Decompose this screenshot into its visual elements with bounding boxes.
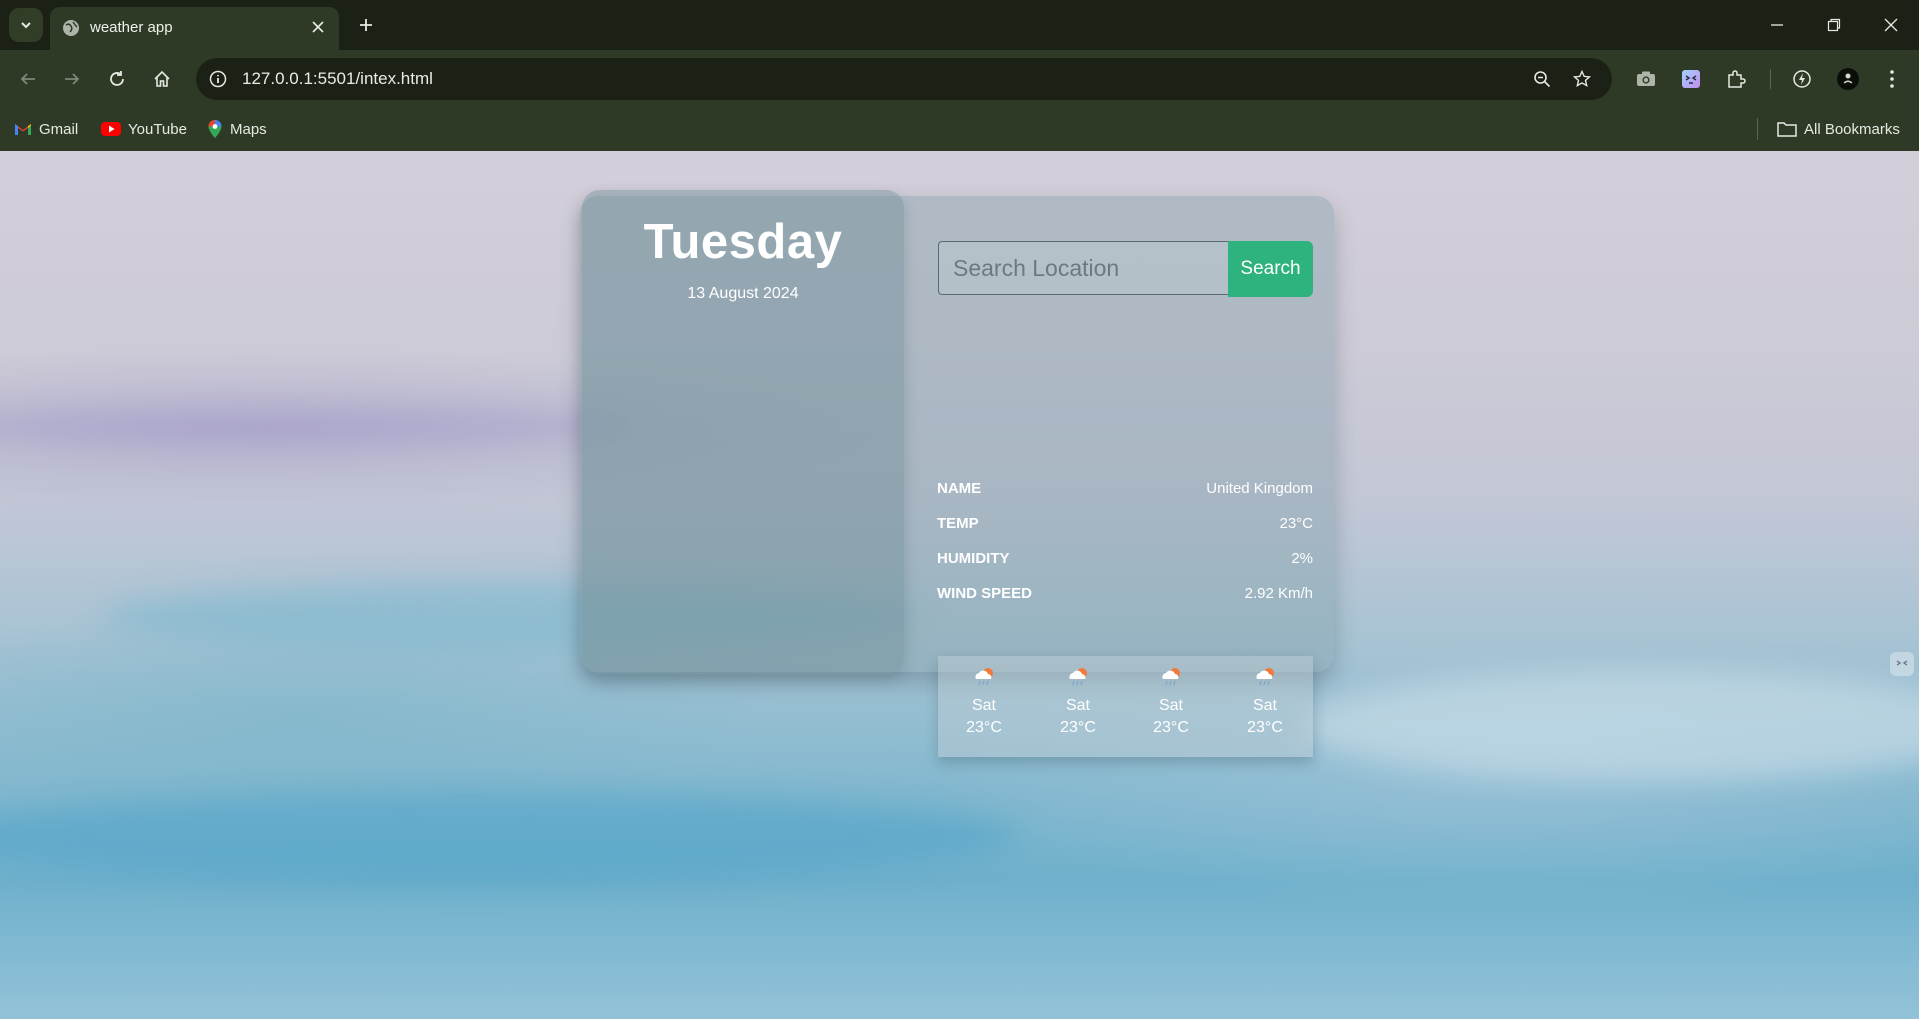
bookmark-label: YouTube <box>128 120 187 138</box>
forecast-day: Sat <box>1065 697 1090 714</box>
info-value: 23°C <box>1279 515 1313 532</box>
all-bookmarks-label: All Bookmarks <box>1804 120 1900 138</box>
bookmark-gmail[interactable]: Gmail <box>14 116 78 142</box>
extensions-menu-button[interactable] <box>1720 63 1752 95</box>
rain-cloud-icon <box>975 668 993 686</box>
performance-button[interactable] <box>1786 63 1818 95</box>
date-text: 13 August 2024 <box>687 285 799 302</box>
forecast-strip: Sat 23°C Sat 23°C Sat 23°C Sat 23°C <box>938 656 1313 757</box>
rain-cloud-icon <box>1162 668 1180 686</box>
info-row-humidity: HUMIDITY 2% <box>937 550 1313 572</box>
more-vertical-icon <box>1890 70 1894 88</box>
tab-strip: weather app <box>0 0 1919 50</box>
tab-title: weather app <box>90 19 173 36</box>
new-tab-button[interactable] <box>352 11 380 39</box>
forecast-item: Sat 23°C <box>1038 666 1118 737</box>
youtube-icon <box>101 122 121 136</box>
info-icon <box>209 70 227 88</box>
forecast-day: Sat <box>1252 697 1277 714</box>
screenshot-extension-button[interactable] <box>1630 63 1662 95</box>
extension-button[interactable] <box>1675 63 1707 95</box>
forecast-temp: 23°C <box>1060 719 1096 736</box>
star-icon <box>1573 70 1591 88</box>
info-key: NAME <box>937 480 982 497</box>
bookmarks-divider <box>1757 118 1758 140</box>
forecast-temp: 23°C <box>1247 719 1283 736</box>
info-value: 2.92 Km/h <box>1244 585 1313 602</box>
extension-app-icon <box>1896 660 1908 666</box>
floating-extension-button[interactable] <box>1890 652 1914 676</box>
puzzle-icon <box>1728 70 1746 88</box>
background-streak <box>0 406 640 446</box>
forecast-item: Sat 23°C <box>1131 666 1211 737</box>
tab-search-button[interactable] <box>9 8 43 42</box>
info-row-name: NAME United Kingdom <box>937 480 1313 502</box>
address-bar[interactable]: 127.0.0.1:5501/intex.html <box>196 58 1612 100</box>
forecast-temp: 23°C <box>1153 719 1189 736</box>
tab-weather-app[interactable]: weather app <box>50 7 339 50</box>
forecast-temp: 23°C <box>966 719 1002 736</box>
all-bookmarks-button[interactable]: All Bookmarks <box>1777 116 1900 142</box>
chevron-down-icon <box>21 22 31 29</box>
url-text[interactable]: 127.0.0.1:5501/intex.html <box>242 69 433 89</box>
profile-avatar-button[interactable] <box>1832 63 1864 95</box>
bookmark-youtube[interactable]: YouTube <box>101 116 187 142</box>
day-name: Tuesday <box>643 215 843 269</box>
minimize-icon <box>1771 24 1783 26</box>
search-location-input[interactable] <box>938 241 1228 295</box>
avatar <box>1837 68 1859 90</box>
background-streak <box>1300 671 1919 781</box>
browser-menu-button[interactable] <box>1876 63 1908 95</box>
maps-icon <box>208 120 222 138</box>
forecast-item: Sat 23°C <box>1225 666 1305 737</box>
arrow-left-icon <box>20 73 35 85</box>
minimize-button[interactable] <box>1762 10 1792 40</box>
camera-icon <box>1637 71 1655 86</box>
forecast-day: Sat <box>971 697 996 714</box>
rain-cloud-icon <box>1256 668 1274 686</box>
info-row-temp: TEMP 23°C <box>937 515 1313 537</box>
reload-button[interactable] <box>100 62 134 96</box>
info-value: United Kingdom <box>1206 480 1313 497</box>
toolbar-divider <box>1770 69 1771 89</box>
info-key: TEMP <box>937 515 979 532</box>
bookmark-label: Maps <box>230 120 267 138</box>
close-window-button[interactable] <box>1876 10 1906 40</box>
bookmark-label: Gmail <box>39 120 79 138</box>
browser-toolbar: 127.0.0.1:5501/intex.html <box>0 50 1919 108</box>
info-key: HUMIDITY <box>937 550 1010 567</box>
forward-button[interactable] <box>55 62 89 96</box>
globe-icon <box>63 20 79 36</box>
reload-icon <box>110 71 124 86</box>
zoom-out-icon <box>1534 71 1551 88</box>
folder-icon <box>1777 122 1797 137</box>
home-icon <box>154 70 170 87</box>
bookmark-star-button[interactable] <box>1567 64 1597 94</box>
back-button[interactable] <box>11 62 45 96</box>
gmail-icon <box>15 124 31 135</box>
arrow-right-icon <box>65 73 80 85</box>
zoom-button[interactable] <box>1527 64 1557 94</box>
restore-button[interactable] <box>1819 10 1849 40</box>
close-icon <box>1884 18 1898 32</box>
info-row-wind-speed: WIND SPEED 2.92 Km/h <box>937 585 1313 607</box>
home-button[interactable] <box>145 62 179 96</box>
background-streak <box>0 791 1020 881</box>
plus-icon <box>360 19 372 31</box>
close-tab-icon[interactable] <box>307 16 329 38</box>
bookmark-maps[interactable]: Maps <box>207 116 267 142</box>
extension-app-icon <box>1682 70 1700 88</box>
bookmarks-bar: Gmail YouTube Maps All Bookmarks <box>0 108 1919 151</box>
forecast-item: Sat 23°C <box>944 666 1024 737</box>
info-value: 2% <box>1291 550 1313 567</box>
search-button[interactable]: Search <box>1228 241 1313 297</box>
restore-icon <box>1827 18 1841 32</box>
forecast-day: Sat <box>1158 697 1183 714</box>
site-info-button[interactable] <box>202 63 234 95</box>
performance-icon <box>1793 70 1811 88</box>
rain-cloud-icon <box>1069 668 1087 686</box>
info-key: WIND SPEED <box>937 585 1033 602</box>
